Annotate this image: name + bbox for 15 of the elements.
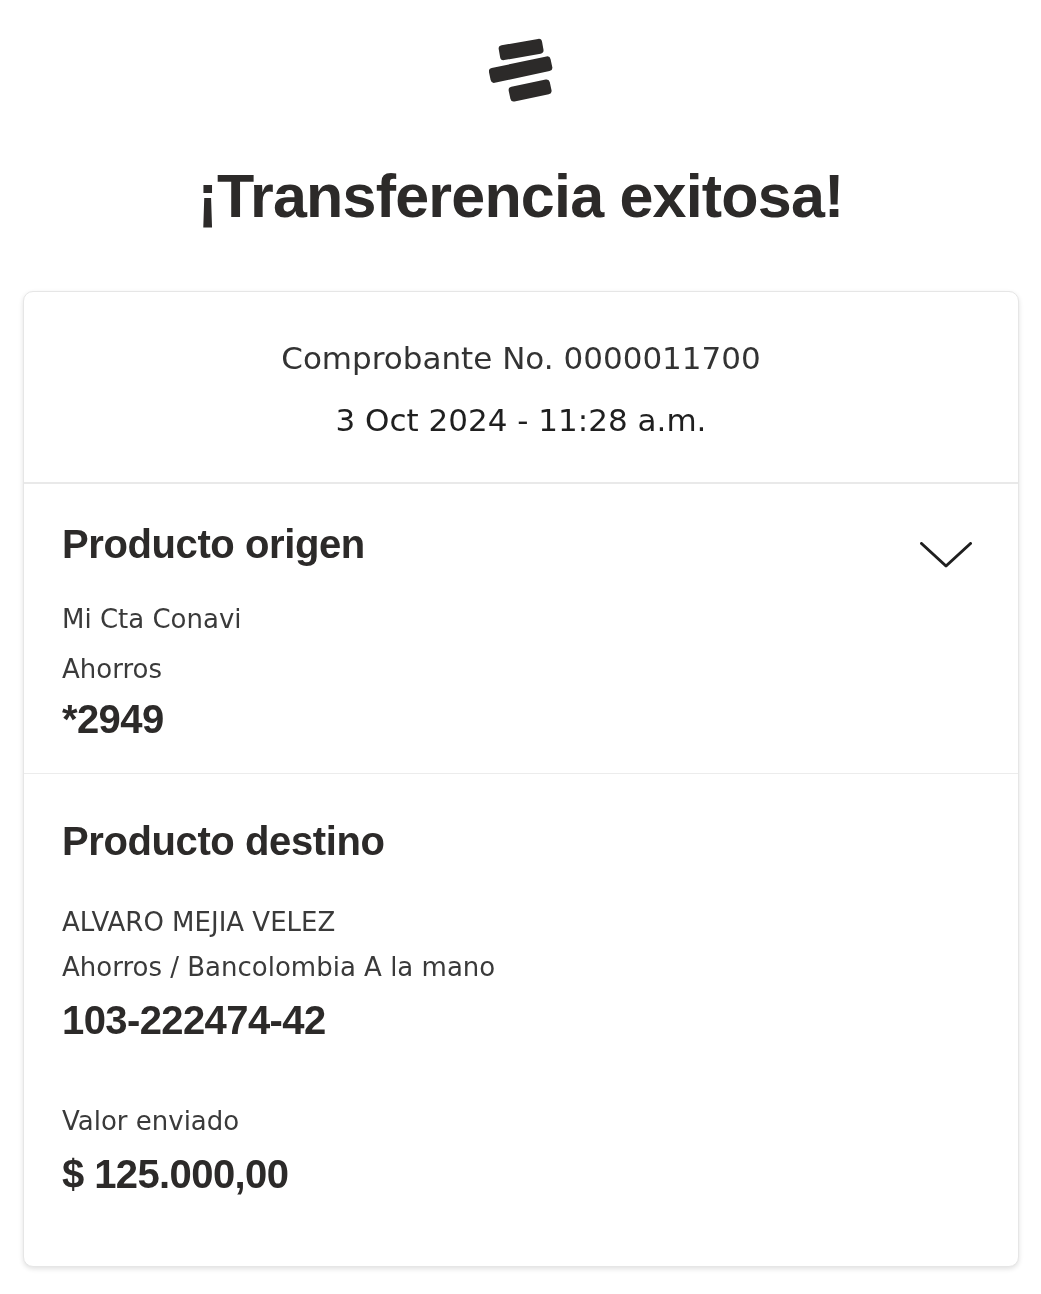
account-detail: Ahorros / Bancolombia A la mano [62,951,496,984]
logo-icon [488,38,553,102]
page-title: ¡Transferencia exitosa! [197,161,844,232]
amount-value: $ 125.000,00 [62,1151,289,1198]
chevron-down-icon[interactable] [920,542,972,568]
section-heading: Producto origen [62,521,365,568]
section-heading: Producto destino [62,818,385,865]
amount-label: Valor enviado [62,1105,240,1138]
account-detail: Mi Cta Conavi [62,603,242,636]
receipt-datetime: 3 Oct 2024 - 11:28 a.m. [335,401,707,440]
account-number: 103-222474-42 [62,997,326,1044]
account-detail: Ahorros [62,653,162,686]
account-detail: ALVARO MEJIA VELEZ [62,906,336,939]
account-number: *2949 [62,696,164,743]
receipt-number: Comprobante No. 0000011700 [281,339,761,378]
